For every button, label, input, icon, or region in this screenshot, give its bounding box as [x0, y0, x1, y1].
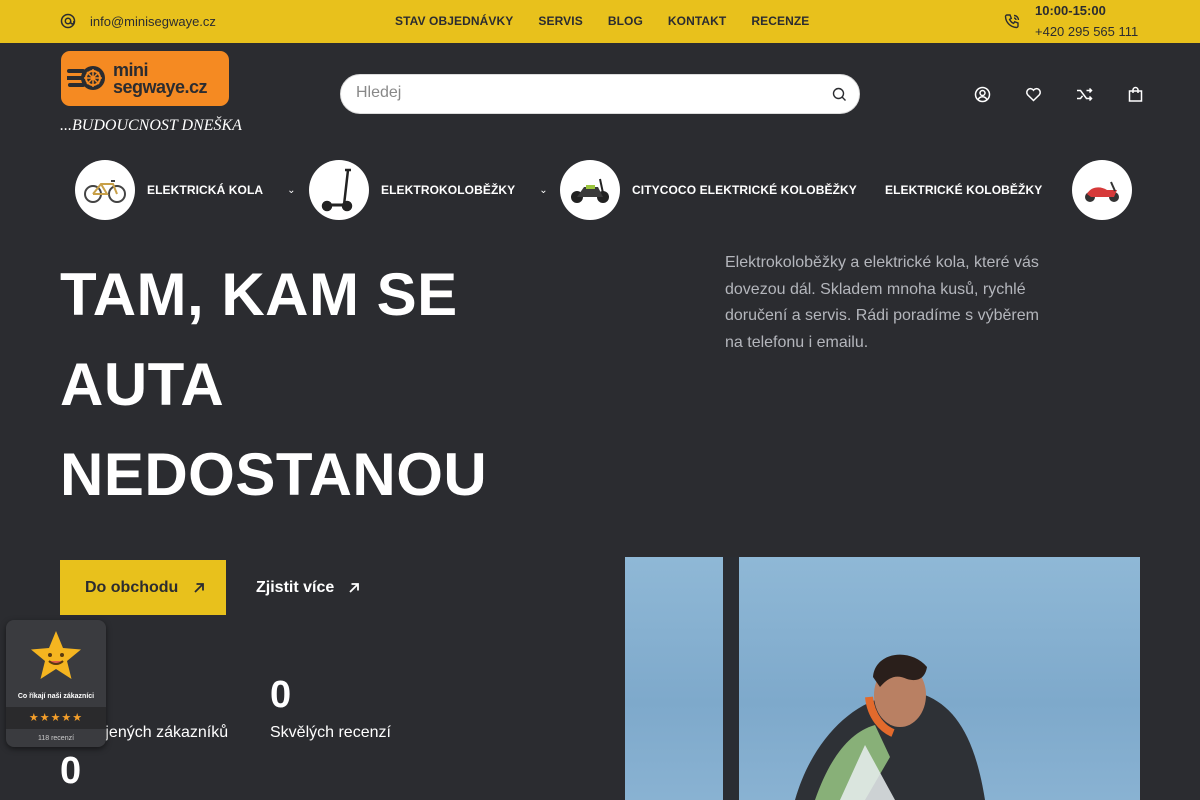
category-navigation: ELEKTRICKÁ KOLA ⌄ ELEKTROKOLOBĚŽKY ⌄ CIT… [75, 160, 1135, 220]
rating-stars: ★★★★★ [6, 707, 106, 729]
heart-icon[interactable] [1025, 86, 1042, 103]
phone-icon [1004, 14, 1020, 29]
star-smile-icon [31, 631, 81, 679]
category-label[interactable]: ELEKTROKOLOBĚŽKY [381, 183, 515, 197]
category-electric-scooters[interactable]: ELEKTRICKÉ KOLOBĚŽKY [885, 160, 1042, 220]
category-label[interactable]: ELEKTRICKÉ KOLOBĚŽKY [885, 183, 1042, 197]
opening-hours: 10:00-15:00 [1035, 3, 1106, 18]
nav-service[interactable]: SERVIS [538, 14, 582, 28]
nav-contact[interactable]: KONTAKT [668, 14, 726, 28]
hero-title-line: TAM, KAM SE [60, 261, 458, 328]
category-label[interactable]: ELEKTRICKÁ KOLA [147, 183, 263, 197]
stat-reviews-value: 0 [270, 674, 292, 716]
badge-title: Co říkají naši zákazníci [17, 693, 95, 700]
nav-reviews[interactable]: RECENZE [751, 14, 809, 28]
ebike-thumb-icon [75, 160, 135, 220]
arrow-up-right-icon [194, 582, 205, 593]
shopping-bag-icon[interactable] [1127, 86, 1144, 103]
user-icon[interactable] [974, 86, 991, 103]
hero-description: Elektrokoloběžky a elektrické kola, kter… [725, 254, 1039, 351]
hero-title-line: AUTA [60, 351, 225, 418]
learn-more-button[interactable]: Zjistit více [256, 560, 361, 615]
escooter-thumb-icon [309, 160, 369, 220]
top-bar: info@minisegwaye.cz STAV OBJEDNÁVKY SERV… [0, 0, 1200, 43]
stat-reviews-label: Skvělých recenzí [270, 724, 391, 741]
top-navigation: STAV OBJEDNÁVKY SERVIS BLOG KONTAKT RECE… [395, 14, 809, 28]
search-input[interactable] [356, 84, 816, 102]
hero-photo [625, 557, 1140, 800]
category-moped[interactable] [1072, 160, 1132, 220]
nav-order-status[interactable]: STAV OBJEDNÁVKY [395, 14, 513, 28]
category-e-scooters[interactable]: ELEKTROKOLOBĚŽKY ⌄ [309, 160, 548, 220]
site-logo[interactable]: mini segwaye.cz [61, 51, 229, 106]
chevron-down-icon[interactable]: ⌄ [287, 185, 295, 196]
wheel-logo-icon [65, 59, 107, 99]
logo-text-top: mini [113, 59, 149, 80]
review-count: 118 recenzí [37, 735, 75, 742]
email-text[interactable]: info@minisegwaye.cz [90, 14, 216, 29]
site-tagline: ...BUDOUCNOST DNEŠKA [60, 117, 242, 134]
logo-text-bottom: segwaye.cz [113, 76, 208, 97]
phone-contact[interactable]: 10:00-15:00 +420 295 565 111 [1004, 2, 1138, 44]
moped-thumb-icon [1072, 160, 1132, 220]
stat-third-value: 0 [60, 750, 82, 792]
category-citycoco[interactable]: CITYCOCO ELEKTRICKÉ KOLOBĚŽKY [560, 160, 857, 220]
hero-title-line: NEDOSTANOU [60, 441, 488, 508]
category-label[interactable]: CITYCOCO ELEKTRICKÉ KOLOBĚŽKY [632, 183, 857, 197]
category-electric-bikes[interactable]: ELEKTRICKÁ KOLA ⌄ [75, 160, 296, 220]
go-to-shop-button[interactable]: Do obchodu [60, 560, 226, 615]
hero-title: TAM, KAM SE AUTA NEDOSTANOU [60, 250, 487, 520]
button-label: Do obchodu [85, 578, 179, 596]
nav-blog[interactable]: BLOG [608, 14, 643, 28]
shuffle-icon[interactable] [1076, 86, 1093, 103]
reviews-badge[interactable]: Co říkají naši zákazníci ★★★★★ 118 recen… [6, 620, 106, 747]
header-actions [974, 86, 1144, 103]
at-sign-icon [60, 13, 76, 29]
contact-email[interactable]: info@minisegwaye.cz [60, 13, 216, 29]
arrow-up-right-icon [349, 582, 360, 593]
button-label: Zjistit více [256, 578, 335, 596]
search-icon[interactable] [832, 87, 847, 102]
search-bar [340, 74, 860, 114]
chevron-down-icon[interactable]: ⌄ [539, 185, 547, 196]
phone-number[interactable]: +420 295 565 111 [1035, 20, 1138, 44]
citycoco-thumb-icon [560, 160, 620, 220]
